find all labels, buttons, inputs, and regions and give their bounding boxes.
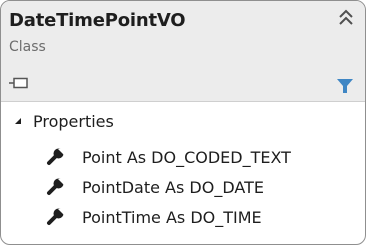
filter-icon [337, 79, 353, 93]
class-name: DateTimePointVO [9, 10, 186, 31]
expanded-triangle-icon [15, 118, 21, 124]
property-item[interactable]: PointTime As DO_TIME [45, 204, 262, 230]
compartment-label: Properties [33, 111, 114, 131]
property-item[interactable]: Point As DO_CODED_TEXT [45, 144, 291, 170]
class-kind: Class [9, 39, 46, 55]
property-label: PointTime As DO_TIME [82, 207, 262, 227]
class-icon [9, 75, 29, 89]
property-label: PointDate As DO_DATE [82, 177, 264, 197]
class-shape[interactable]: DateTimePointVO Class Properties Point A… [0, 0, 366, 245]
property-label: Point As DO_CODED_TEXT [82, 147, 291, 167]
property-item[interactable]: PointDate As DO_DATE [45, 174, 264, 200]
wrench-icon [47, 208, 65, 225]
wrench-icon [47, 178, 65, 195]
class-header[interactable]: DateTimePointVO Class [1, 1, 365, 102]
properties-compartment-header[interactable]: Properties [13, 109, 114, 133]
double-chevron-up-icon [339, 9, 353, 25]
wrench-icon [47, 148, 65, 165]
collapse-button[interactable] [335, 7, 357, 29]
filter-button[interactable] [335, 77, 355, 95]
